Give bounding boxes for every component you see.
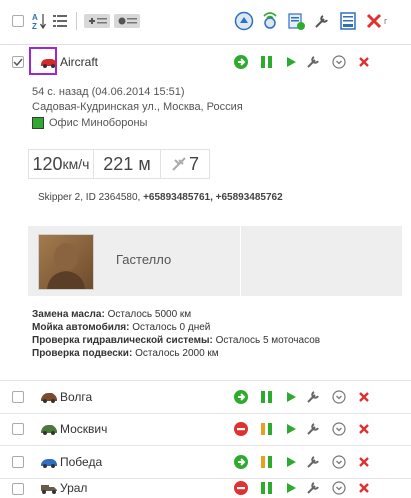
wrench-icon[interactable]	[304, 388, 322, 406]
unit-checkbox[interactable]	[12, 483, 24, 495]
remove-unit-icon[interactable]	[355, 479, 373, 497]
speed-box: 120 км/ч	[28, 149, 94, 179]
device-phones: +65893485761, +65893485762	[143, 192, 283, 203]
speed-value: 120	[32, 153, 63, 174]
unit-row[interactable]: Волга	[0, 380, 411, 414]
play-icon[interactable]	[282, 53, 300, 71]
device-id-text: Skipper 2, ID 2364580,	[38, 192, 144, 203]
remove-unit-icon[interactable]	[355, 453, 373, 471]
driver-photo	[38, 234, 94, 290]
satellite-icon	[172, 157, 186, 171]
address-text: Садовая-Кудринская ул., Москва, Россия	[32, 101, 243, 113]
report-icon[interactable]	[338, 10, 358, 32]
unit-name: Aircraft	[60, 55, 99, 69]
expand-circle-icon[interactable]	[330, 388, 348, 406]
expand-circle-icon[interactable]	[330, 479, 348, 497]
list-icon[interactable]	[52, 10, 68, 32]
driver-name: Гастелло	[116, 252, 172, 267]
ignition-bars-icon[interactable]	[258, 388, 276, 406]
car-icon	[40, 422, 58, 439]
unit-checkbox[interactable]	[12, 391, 24, 403]
geofence-row: Офис Минобороны	[32, 117, 147, 129]
car-icon	[40, 55, 58, 72]
car-icon	[40, 455, 58, 472]
last-seen-text: 54 с. назад (04.06.2014 15:51)	[32, 86, 185, 98]
svg-text:A: A	[32, 13, 38, 22]
toolbar-divider	[76, 12, 77, 30]
add-group-icon[interactable]	[84, 10, 110, 32]
geofence-color-icon	[32, 117, 44, 129]
svg-text:Z: Z	[32, 22, 37, 30]
expand-circle-icon[interactable]	[330, 420, 348, 438]
maintenance-item: Мойка автомобиля: Осталось 0 дней	[32, 322, 211, 333]
maintenance-item: Замена масла: Осталось 5000 км	[32, 309, 192, 320]
speed-unit: км/ч	[62, 156, 90, 172]
satellites-value: 7	[188, 153, 199, 174]
expand-circle-icon[interactable]	[330, 53, 348, 71]
status-green-icon[interactable]	[232, 388, 250, 406]
remove-unit-icon[interactable]	[355, 420, 373, 438]
truck-icon	[40, 481, 58, 498]
remove-unit-icon[interactable]	[355, 388, 373, 406]
status-green-icon[interactable]	[232, 453, 250, 471]
toolbar-overflow: г	[384, 16, 388, 26]
unit-checkbox[interactable]	[12, 56, 24, 68]
toolbar: AZ г	[0, 0, 411, 45]
delete-icon[interactable]	[366, 10, 382, 32]
expand-circle-icon[interactable]	[330, 453, 348, 471]
geofence-name: Офис Минобороны	[49, 117, 148, 129]
status-red-icon[interactable]	[232, 479, 250, 497]
play-icon[interactable]	[282, 420, 300, 438]
wrench-icon[interactable]	[304, 53, 322, 71]
signal-icon[interactable]	[260, 10, 280, 32]
maintenance-item: Проверка гидравлической системы: Осталос…	[32, 335, 321, 346]
unit-row[interactable]: Москвич	[0, 413, 411, 446]
track-icon[interactable]	[234, 10, 254, 32]
altitude-box: 221 м	[93, 149, 161, 179]
maintenance-item: Проверка подвески: Осталось 2000 км	[32, 348, 219, 359]
device-info: Skipper 2, ID 2364580, +65893485761, +65…	[38, 192, 283, 203]
satellites-box: 7	[160, 149, 210, 179]
status-green-icon[interactable]	[232, 53, 250, 71]
driver-card: Гастелло	[28, 226, 402, 296]
ignition-bars-icon[interactable]	[258, 53, 276, 71]
altitude-value: 221 м	[103, 153, 151, 174]
play-icon[interactable]	[282, 388, 300, 406]
settings-wrench-icon[interactable]	[312, 10, 332, 32]
unit-checkbox[interactable]	[12, 423, 24, 435]
commands-icon[interactable]	[286, 10, 306, 32]
unit-row[interactable]: Победа	[0, 446, 411, 479]
remove-unit-icon[interactable]	[355, 53, 373, 71]
ignition-bars-icon[interactable]	[258, 420, 276, 438]
toggle-view-icon[interactable]	[114, 10, 140, 32]
select-all-checkbox[interactable]	[12, 10, 24, 32]
unit-name: Москвич	[60, 422, 108, 436]
sort-az-icon[interactable]: AZ	[32, 10, 46, 32]
ignition-bars-icon[interactable]	[258, 453, 276, 471]
unit-name: Урал	[60, 481, 88, 495]
ignition-bars-icon[interactable]	[258, 479, 276, 497]
wrench-icon[interactable]	[304, 479, 322, 497]
play-icon[interactable]	[282, 479, 300, 497]
unit-name: Волга	[60, 390, 93, 404]
wrench-icon[interactable]	[304, 420, 322, 438]
play-icon[interactable]	[282, 453, 300, 471]
status-red-icon[interactable]	[232, 420, 250, 438]
unit-name: Победа	[60, 455, 103, 469]
unit-checkbox[interactable]	[12, 456, 24, 468]
selected-unit-row[interactable]: Aircraft	[0, 46, 411, 79]
car-icon	[40, 390, 58, 407]
wrench-icon[interactable]	[304, 453, 322, 471]
driver-card-divider	[240, 226, 241, 296]
unit-row[interactable]: Урал	[0, 479, 411, 496]
